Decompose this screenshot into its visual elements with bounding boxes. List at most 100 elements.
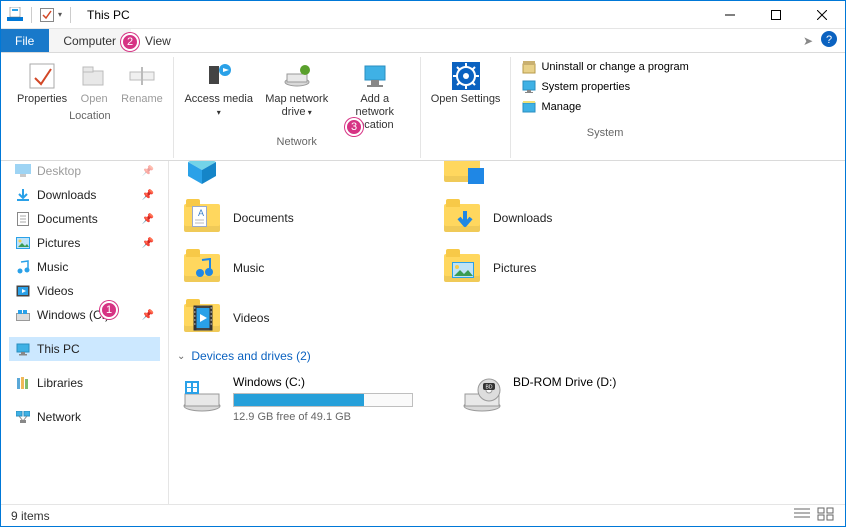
folder-tile-music[interactable]: Music xyxy=(175,243,435,293)
documents-icon xyxy=(15,211,31,227)
nav-documents[interactable]: Documents 📌 xyxy=(9,207,160,231)
drive-free-text: 12.9 GB free of 49.1 GB xyxy=(233,411,449,423)
nav-this-pc[interactable]: This PC xyxy=(9,337,160,361)
chevron-down-icon: ⌄ xyxy=(177,351,185,362)
section-devices-and-drives[interactable]: ⌄ Devices and drives (2) xyxy=(175,343,839,369)
drive-icon xyxy=(15,307,31,323)
tile-label: Pictures xyxy=(493,261,536,275)
folder-tile-partial-2[interactable] xyxy=(435,161,695,193)
tab-computer-label: Computer xyxy=(63,34,116,48)
annotation-2: 2 xyxy=(121,33,139,51)
drive-tile-c[interactable]: Windows (C:) 12.9 GB free of 49.1 GB xyxy=(175,369,455,429)
nav-downloads[interactable]: Downloads 📌 xyxy=(9,183,160,207)
separator xyxy=(70,7,71,23)
manage-icon xyxy=(521,99,537,115)
drive-name: Windows (C:) xyxy=(233,375,449,389)
tab-file[interactable]: File xyxy=(1,29,49,52)
properties-button[interactable]: Properties xyxy=(13,57,71,108)
explorer-icon xyxy=(7,7,23,22)
drive-name: BD-ROM Drive (D:) xyxy=(513,375,729,389)
videos-icon xyxy=(15,283,31,299)
nav-videos[interactable]: Videos xyxy=(9,279,160,303)
tile-label: Music xyxy=(233,261,264,275)
drive-icon xyxy=(181,375,223,417)
ribbon-group-settings: Open Settings xyxy=(421,57,512,158)
section-header-label: Devices and drives (2) xyxy=(191,349,310,363)
navigation-pane: Desktop 📌 Downloads 📌 Documents 📌 Pictur… xyxy=(1,161,169,504)
folder-icon xyxy=(444,204,480,232)
title-bar: ▾ This PC xyxy=(1,1,845,29)
pin-icon: 📌 xyxy=(142,214,154,225)
nav-music[interactable]: Music xyxy=(9,255,160,279)
folder-tile-videos[interactable]: Videos xyxy=(175,293,435,343)
pin-icon: 📌 xyxy=(142,166,154,177)
nav-libraries[interactable]: Libraries xyxy=(9,371,160,395)
maximize-button[interactable] xyxy=(753,4,799,26)
dropdown-icon[interactable]: ▾ xyxy=(58,10,62,19)
tab-view[interactable]: View xyxy=(131,29,186,52)
system-properties-button[interactable]: System properties xyxy=(517,77,634,97)
monitor-icon xyxy=(521,79,537,95)
minimize-button[interactable] xyxy=(707,4,753,26)
properties-quick-icon[interactable] xyxy=(40,8,54,22)
status-bar: 9 items xyxy=(1,504,845,526)
folder-tile-partial-1[interactable] xyxy=(175,161,435,193)
body: Desktop 📌 Downloads 📌 Documents 📌 Pictur… xyxy=(1,161,845,504)
pictures-icon xyxy=(15,235,31,251)
access-media-button[interactable]: Access media xyxy=(180,57,258,121)
folder-icon xyxy=(444,254,480,282)
folder-tile-downloads[interactable]: Downloads xyxy=(435,193,695,243)
folder-tile-pictures[interactable]: Pictures xyxy=(435,243,695,293)
nav-desktop[interactable]: Desktop 📌 xyxy=(9,161,160,183)
ribbon-group-system: Uninstall or change a program System pro… xyxy=(511,57,698,158)
view-details-icon[interactable] xyxy=(793,507,811,524)
uninstall-program-button[interactable]: Uninstall or change a program xyxy=(517,57,692,77)
folder-tile-documents[interactable]: A Documents xyxy=(175,193,435,243)
desktop-icon xyxy=(15,163,31,179)
minimize-ribbon-icon[interactable]: ➤ xyxy=(803,34,813,48)
folder-icon: A xyxy=(184,204,220,232)
tab-computer[interactable]: Computer xyxy=(49,29,131,52)
quick-access-toolbar: ▾ xyxy=(1,7,81,23)
open-button[interactable]: Open xyxy=(71,57,117,108)
svg-text:BD: BD xyxy=(486,385,493,391)
ribbon-group-network: Access media Map network drive Add a net… xyxy=(174,57,421,158)
annotation-3: 3 xyxy=(345,118,363,136)
drive-usage-bar xyxy=(233,393,413,407)
pin-icon: 📌 xyxy=(142,190,154,201)
window-title: This PC xyxy=(81,8,130,22)
content-pane: A Documents Downloads Music Pictures Vid… xyxy=(169,161,845,504)
downloads-icon xyxy=(15,187,31,203)
rename-button[interactable]: Rename xyxy=(117,57,167,108)
tile-label: Documents xyxy=(233,211,294,225)
folder-icon xyxy=(184,304,220,332)
tile-label: Videos xyxy=(233,311,269,325)
ribbon: Properties Open Rename Location Access m… xyxy=(1,53,845,161)
view-large-icons-icon[interactable] xyxy=(817,507,835,524)
pin-icon: 📌 xyxy=(142,238,154,249)
separator xyxy=(31,7,32,23)
nav-windows-c[interactable]: Windows (C:) 📌 xyxy=(9,303,160,327)
ribbon-group-system-label: System xyxy=(587,125,624,141)
box-icon xyxy=(521,59,537,75)
map-network-drive-button[interactable]: Map network drive xyxy=(258,57,336,121)
ribbon-group-settings-spacer xyxy=(464,108,467,124)
pin-icon: 📌 xyxy=(142,310,154,321)
music-icon xyxy=(15,259,31,275)
manage-button[interactable]: Manage xyxy=(517,97,585,117)
svg-text:A: A xyxy=(198,208,204,218)
ribbon-group-location: Properties Open Rename Location xyxy=(7,57,174,158)
folder-icon xyxy=(184,254,220,282)
help-icon[interactable]: ? xyxy=(821,31,837,50)
nav-pictures[interactable]: Pictures 📌 xyxy=(9,231,160,255)
bdrom-icon: BD xyxy=(461,375,503,417)
nav-network[interactable]: Network xyxy=(9,405,160,429)
open-settings-button[interactable]: Open Settings xyxy=(427,57,505,108)
drive-tile-d[interactable]: BD BD-ROM Drive (D:) xyxy=(455,369,735,429)
libraries-icon xyxy=(15,375,31,391)
close-button[interactable] xyxy=(799,4,845,26)
annotation-1: 1 xyxy=(100,301,118,319)
svg-text:?: ? xyxy=(826,34,832,46)
window-controls xyxy=(707,4,845,26)
ribbon-group-network-label: Network xyxy=(277,134,317,150)
